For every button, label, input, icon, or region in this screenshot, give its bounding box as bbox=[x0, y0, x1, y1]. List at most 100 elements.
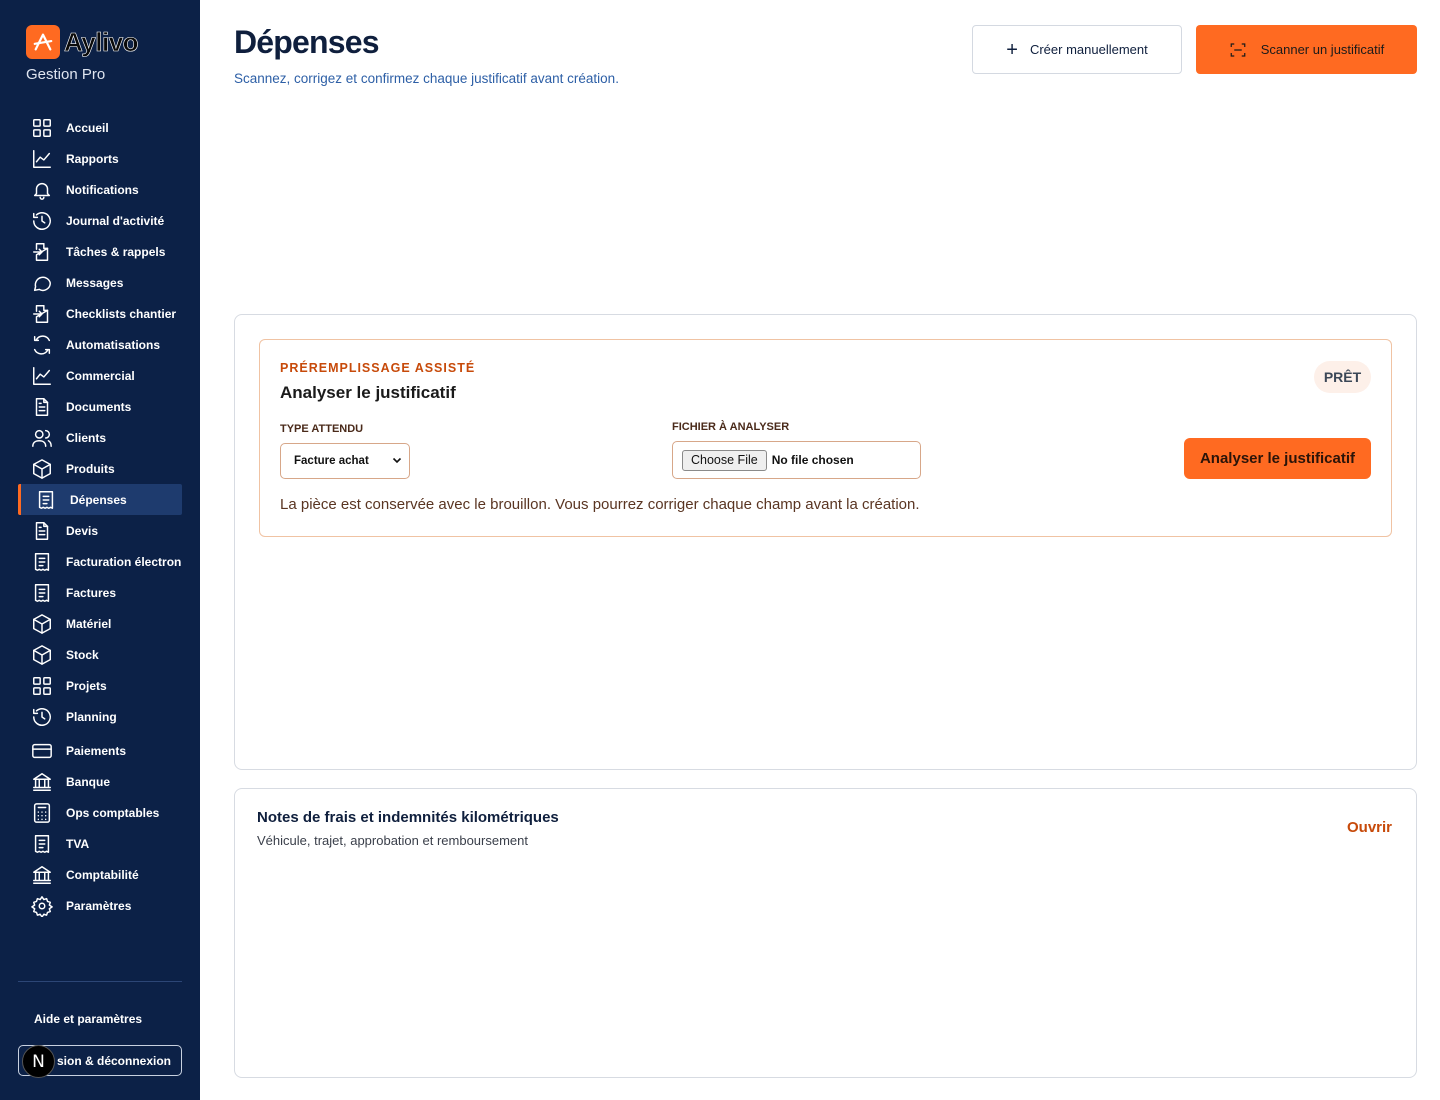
sidebar-item-label: Commercial bbox=[66, 368, 135, 383]
sidebar-item-checklists-chantier[interactable]: Checklists chantier bbox=[18, 298, 182, 329]
create-manual-button[interactable]: + Créer manuellement bbox=[972, 25, 1182, 74]
sidebar-item-journal-d-activite[interactable]: Journal d'activité bbox=[18, 205, 182, 236]
sidebar-item-label: Dépenses bbox=[70, 492, 127, 507]
plus-icon: + bbox=[1006, 38, 1018, 61]
sidebar-item-clients[interactable]: Clients bbox=[18, 422, 182, 453]
scan-icon bbox=[1230, 42, 1246, 57]
type-label: TYPE ATTENDU bbox=[280, 423, 364, 435]
sidebar-item-tva[interactable]: TVA bbox=[18, 828, 182, 859]
sidebar-item-label: Ops comptables bbox=[66, 805, 160, 820]
chart-line-icon bbox=[30, 364, 54, 388]
sidebar-item-label: Planning bbox=[66, 709, 117, 724]
brand[interactable]: Aylivo bbox=[26, 25, 139, 59]
sidebar-item-label: Tâches & rappels bbox=[66, 244, 166, 259]
sidebar: Aylivo Gestion Pro Accueil Rapports Notifi… bbox=[0, 0, 200, 1100]
type-select[interactable]: Facture achat bbox=[280, 443, 410, 479]
sidebar-item-facturation-electronique[interactable]: Facturation électronique bbox=[18, 546, 182, 577]
help-settings-link[interactable]: Aide et paramètres bbox=[34, 1012, 142, 1026]
sidebar-item-label: Accueil bbox=[66, 120, 109, 135]
sidebar-item-label: Clients bbox=[66, 430, 107, 445]
type-select-value: Facture achat bbox=[294, 455, 369, 467]
sidebar-item-materiel[interactable]: Matériel bbox=[18, 608, 182, 639]
sidebar-item-comptabilite[interactable]: Comptabilité bbox=[18, 859, 182, 890]
sidebar-item-documents[interactable]: Documents bbox=[18, 391, 182, 422]
notes-subtitle: Véhicule, trajet, approbation et rembour… bbox=[257, 833, 528, 848]
box-icon bbox=[30, 612, 54, 636]
sidebar-item-depenses[interactable]: Dépenses bbox=[18, 484, 182, 515]
sidebar-item-parametres[interactable]: Paramètres bbox=[18, 890, 182, 921]
brand-logo-icon bbox=[26, 25, 60, 59]
bank-icon bbox=[30, 770, 54, 794]
history-icon bbox=[30, 705, 54, 729]
calculator-icon bbox=[30, 801, 54, 825]
chat-bubble-icon bbox=[30, 271, 54, 295]
sidebar-item-paiements[interactable]: Paiements bbox=[18, 735, 182, 766]
sidebar-item-label: Documents bbox=[66, 399, 132, 414]
sidebar-item-produits[interactable]: Produits bbox=[18, 453, 182, 484]
status-badge: PRÊT bbox=[1314, 361, 1371, 393]
scan-receipt-label: Scanner un justificatif bbox=[1260, 42, 1385, 57]
notes-open-link[interactable]: Ouvrir bbox=[1347, 819, 1392, 836]
sidebar-item-banque[interactable]: Banque bbox=[18, 766, 182, 797]
file-input[interactable]: Choose File No file chosen bbox=[672, 441, 921, 479]
sidebar-item-label: Banque bbox=[66, 774, 111, 789]
users-icon bbox=[30, 426, 54, 450]
sidebar-item-accueil[interactable]: Accueil bbox=[18, 112, 182, 143]
file-status: No file chosen bbox=[771, 453, 854, 467]
sidebar-item-label: Paramètres bbox=[66, 898, 132, 913]
box-icon bbox=[30, 457, 54, 481]
scan-receipt-button[interactable]: Scanner un justificatif bbox=[1196, 25, 1417, 74]
expense-notes-card bbox=[234, 788, 1417, 1078]
file-arrow-icon bbox=[30, 240, 54, 264]
sidebar-item-devis[interactable]: Devis bbox=[18, 515, 182, 546]
sidebar-item-label: Devis bbox=[66, 523, 99, 538]
sidebar-item-label: Produits bbox=[66, 461, 115, 476]
sidebar-item-label: Journal d'activité bbox=[66, 213, 165, 228]
chevron-down-icon bbox=[392, 457, 402, 464]
refresh-icon bbox=[30, 333, 54, 357]
sidebar-item-label: Automatisations bbox=[66, 337, 161, 352]
analyze-button[interactable]: Analyser le justificatif bbox=[1184, 438, 1371, 479]
sidebar-item-label: Stock bbox=[66, 647, 99, 662]
avatar[interactable]: N bbox=[22, 1045, 55, 1078]
sidebar-item-label: Factures bbox=[66, 585, 117, 600]
notes-title: Notes de frais et indemnités kilométriqu… bbox=[257, 809, 559, 826]
sidebar-item-projets[interactable]: Projets bbox=[18, 670, 182, 701]
sidebar-item-label: TVA bbox=[66, 836, 90, 851]
sidebar-item-label: Paiements bbox=[66, 743, 127, 758]
sidebar-item-label: Facturation électronique bbox=[66, 554, 182, 569]
sidebar-item-taches-rappels[interactable]: Tâches & rappels bbox=[18, 236, 182, 267]
prefill-eyebrow: PRÉREMPLISSAGE ASSISTÉ bbox=[280, 361, 476, 375]
bank-icon bbox=[30, 863, 54, 887]
sidebar-item-messages[interactable]: Messages bbox=[18, 267, 182, 298]
chart-line-icon bbox=[30, 147, 54, 171]
file-label: FICHIER À ANALYSER bbox=[672, 421, 790, 433]
prefill-title: Analyser le justificatif bbox=[280, 383, 456, 402]
sidebar-item-commercial[interactable]: Commercial bbox=[18, 360, 182, 391]
gear-icon bbox=[30, 894, 54, 918]
brand-subtitle: Gestion Pro bbox=[26, 66, 106, 83]
sidebar-item-rapports[interactable]: Rapports bbox=[18, 143, 182, 174]
bell-icon bbox=[30, 178, 54, 202]
sidebar-item-planning[interactable]: Planning bbox=[18, 701, 182, 732]
box-icon bbox=[30, 643, 54, 667]
sidebar-item-label: Comptabilité bbox=[66, 867, 139, 882]
file-arrow-icon bbox=[30, 302, 54, 326]
sidebar-item-factures[interactable]: Factures bbox=[18, 577, 182, 608]
choose-file-button[interactable]: Choose File bbox=[682, 449, 767, 471]
sidebar-item-ops-comptables[interactable]: Ops comptables bbox=[18, 797, 182, 828]
sidebar-item-label: Rapports bbox=[66, 151, 119, 166]
grid-icon bbox=[30, 116, 54, 140]
sidebar-item-notifications[interactable]: Notifications bbox=[18, 174, 182, 205]
receipt-icon bbox=[30, 832, 54, 856]
receipt-icon bbox=[30, 550, 54, 574]
sidebar-divider bbox=[18, 981, 182, 982]
sidebar-item-label: Matériel bbox=[66, 616, 112, 631]
credit-card-icon bbox=[30, 739, 54, 763]
page-title: Dépenses bbox=[234, 24, 380, 60]
history-icon bbox=[30, 209, 54, 233]
sidebar-item-stock[interactable]: Stock bbox=[18, 639, 182, 670]
receipt-icon bbox=[30, 581, 54, 605]
sidebar-item-automatisations[interactable]: Automatisations bbox=[18, 329, 182, 360]
prefill-hint: La pièce est conservée avec le brouillon… bbox=[280, 496, 920, 513]
